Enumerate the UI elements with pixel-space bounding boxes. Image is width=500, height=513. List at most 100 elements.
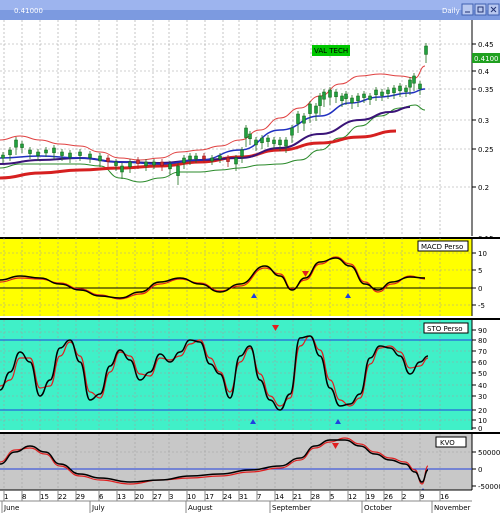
kvo-panel: 50000 0 -50000 KVO xyxy=(0,432,500,493)
candle xyxy=(392,87,396,94)
x-day-tick: 5 xyxy=(330,493,334,501)
x-day-tick: 12 xyxy=(348,493,357,501)
candle xyxy=(36,151,40,156)
y-tick-label: 0.4 xyxy=(478,68,490,76)
candle xyxy=(296,113,300,124)
candle xyxy=(356,95,360,102)
price-panel: 0.450.40.350.30.250.20.15 VAL TECH 0.410… xyxy=(0,20,500,243)
candle xyxy=(290,127,294,136)
x-day-tick: 17 xyxy=(205,493,214,501)
sto-panel: 90 80 70 60 50 40 30 20 100 STO Perso xyxy=(0,318,500,433)
kvo-label: KVO xyxy=(440,439,455,447)
x-day-tick: 13 xyxy=(117,493,126,501)
candle xyxy=(202,155,206,160)
candle xyxy=(128,161,132,168)
y-tick-label: 80 xyxy=(478,337,487,345)
candle xyxy=(408,79,412,88)
candle xyxy=(244,127,248,138)
x-day-tick: 26 xyxy=(384,493,393,501)
title-value: 0.41000 xyxy=(14,7,43,15)
x-day-tick: 10 xyxy=(187,493,196,501)
candle xyxy=(404,87,408,92)
x-day-tick: 16 xyxy=(440,493,449,501)
maximize-button[interactable] xyxy=(474,3,487,16)
candle xyxy=(68,152,72,158)
candle xyxy=(278,139,282,146)
sto-label: STO Perso xyxy=(427,325,463,333)
x-day-tick: 21 xyxy=(293,493,302,501)
last-price-label: 0.4100 xyxy=(474,55,499,63)
candle xyxy=(152,161,156,166)
candle xyxy=(52,147,56,154)
y-tick-label: 0 xyxy=(478,425,482,433)
candle xyxy=(182,157,186,164)
candle xyxy=(328,89,332,98)
close-button[interactable] xyxy=(487,3,500,16)
y-tick-label: 50000 xyxy=(478,449,500,457)
y-tick-label: 0.25 xyxy=(478,146,494,154)
candle xyxy=(260,137,264,144)
ticker-tag: VAL TECH xyxy=(312,45,350,56)
x-month-label: September xyxy=(272,504,311,512)
y-tick-label: 90 xyxy=(478,327,487,335)
candle xyxy=(226,157,230,162)
y-tick-label: 40 xyxy=(478,382,487,390)
candle xyxy=(144,161,148,166)
y-tick-label: 10 xyxy=(478,250,487,258)
y-tick-label: 10 xyxy=(478,417,487,425)
candle xyxy=(88,153,92,158)
y-tick-label: 20 xyxy=(478,407,487,415)
x-month-label: August xyxy=(188,504,213,512)
x-month-label: July xyxy=(91,504,105,512)
x-day-tick: 15 xyxy=(40,493,49,501)
x-day-tick: 1 xyxy=(4,493,8,501)
y-tick-label: 0.2 xyxy=(478,184,489,192)
candle xyxy=(8,149,12,156)
candle xyxy=(240,149,244,157)
ticker-label: VAL TECH xyxy=(314,47,348,55)
candle xyxy=(188,155,192,160)
candle xyxy=(176,165,180,176)
y-tick-label: 30 xyxy=(478,393,487,401)
x-day-tick: 31 xyxy=(239,493,248,501)
x-day-tick: 9 xyxy=(420,493,424,501)
x-day-tick: 20 xyxy=(135,493,144,501)
candle xyxy=(340,95,344,102)
candle xyxy=(334,91,338,98)
candle xyxy=(350,97,354,104)
candle xyxy=(374,89,378,96)
candle xyxy=(194,155,198,160)
candle xyxy=(254,139,258,146)
x-day-tick: 2 xyxy=(402,493,406,501)
title-bar[interactable]: 0.41000 Daily xyxy=(0,0,500,20)
macd-label-box: MACD Perso xyxy=(417,240,469,252)
x-month-label: October xyxy=(364,504,392,512)
candle xyxy=(218,155,222,160)
minimize-button[interactable] xyxy=(461,3,474,16)
sto-label-box: STO Perso xyxy=(423,322,469,334)
candle xyxy=(284,139,288,147)
candle xyxy=(136,159,140,164)
candle xyxy=(1,154,5,159)
candle xyxy=(20,143,24,148)
x-day-tick: 24 xyxy=(223,493,232,501)
candle xyxy=(368,95,372,100)
x-day-tick: 14 xyxy=(275,493,284,501)
candle xyxy=(272,139,276,144)
y-tick-label: 0 xyxy=(478,466,482,474)
chart-window: 0.41000 Daily 0.450.40.350.30.250.20.15 xyxy=(0,0,500,513)
candle xyxy=(44,149,48,154)
y-tick-label: 0 xyxy=(478,285,482,293)
x-day-tick: 3 xyxy=(169,493,173,501)
candle xyxy=(248,133,252,140)
y-tick-label: 0.3 xyxy=(478,117,489,125)
candle xyxy=(160,161,164,166)
candle xyxy=(322,91,326,100)
x-day-tick: 6 xyxy=(99,493,104,501)
candle xyxy=(308,103,312,114)
y-tick-label: 50 xyxy=(478,370,487,378)
x-month-label: June xyxy=(3,504,19,512)
candle xyxy=(344,93,348,100)
candle xyxy=(380,91,384,96)
candle xyxy=(418,83,422,90)
